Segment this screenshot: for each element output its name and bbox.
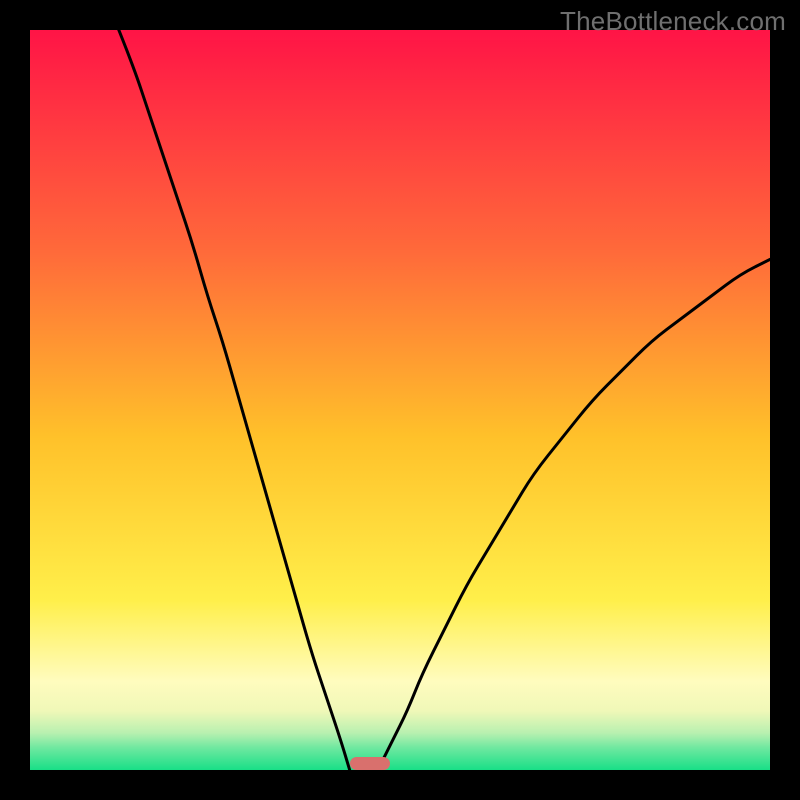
chart-container: TheBottleneck.com [0,0,800,800]
bottleneck-curve [30,30,770,770]
curve-left [119,30,350,770]
curve-right [378,259,770,770]
watermark-label: TheBottleneck.com [560,6,786,37]
optimal-marker [350,757,390,770]
plot-area [30,30,770,770]
